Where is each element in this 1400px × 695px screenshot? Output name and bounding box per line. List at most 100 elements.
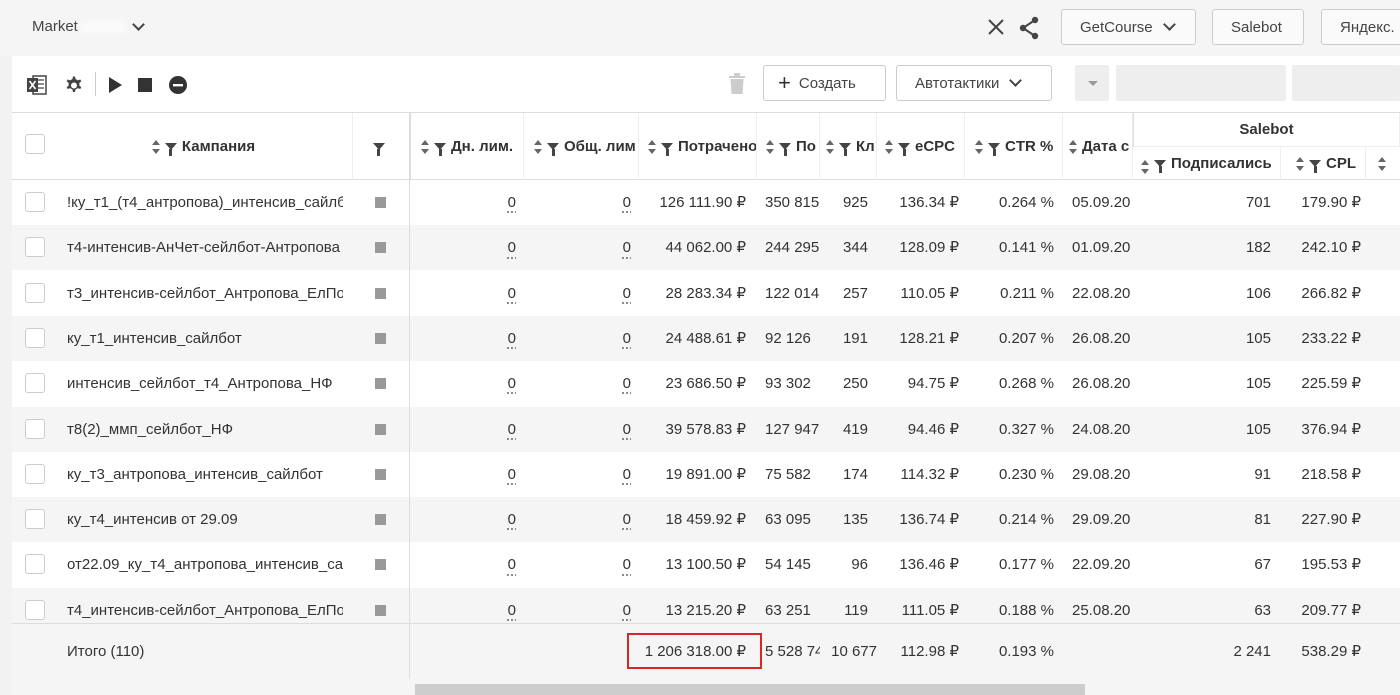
table-row[interactable]: т4-интенсив-АнЧет-сейлбот-Антропова 0 0 44 … bbox=[12, 225, 1400, 271]
table-row[interactable]: от22.09_ку_т4_антропова_интенсив_сайлбот… bbox=[12, 542, 1400, 587]
cell-day-limit[interactable]: 0 bbox=[410, 271, 516, 316]
cell-campaign[interactable]: от22.09_ку_т4_антропова_интенсив_сайлбот bbox=[67, 542, 343, 587]
cell-campaign[interactable]: ку_т1_интенсив_сайлбот bbox=[67, 316, 343, 361]
row-checkbox[interactable] bbox=[25, 509, 45, 530]
row-checkbox[interactable] bbox=[25, 554, 45, 575]
cell-total-limit[interactable]: 0 bbox=[524, 497, 631, 542]
header-cpl[interactable]: CPL bbox=[1281, 147, 1366, 180]
cell-total-limit-value[interactable]: 0 bbox=[623, 556, 631, 573]
header-spent[interactable]: Потрачено bbox=[639, 113, 757, 180]
row-checkbox[interactable] bbox=[25, 192, 45, 212]
dropdown-toggle[interactable] bbox=[1075, 65, 1109, 101]
header-ecpc[interactable]: eCPC bbox=[877, 113, 965, 180]
account-selector[interactable]: Market bbox=[32, 17, 145, 35]
table-row[interactable]: т3_интенсив-сейлбот_Антропова_ЕлПол 0 0 28 … bbox=[12, 271, 1400, 316]
cell-day-limit-value[interactable]: 0 bbox=[508, 421, 516, 438]
table-row[interactable]: интенсив_сейлбот_т4_Антропова_НФ 0 0 23 686… bbox=[12, 361, 1400, 406]
cell-total-limit[interactable]: 0 bbox=[524, 361, 631, 406]
autotactics-button[interactable]: Автотактики bbox=[896, 65, 1052, 101]
play-icon[interactable] bbox=[104, 74, 126, 96]
row-checkbox[interactable] bbox=[25, 282, 45, 303]
cell-total-limit[interactable]: 0 bbox=[524, 271, 631, 316]
cell-day-limit[interactable]: 0 bbox=[410, 316, 516, 361]
header-impressions[interactable]: По bbox=[757, 113, 820, 180]
trash-icon[interactable] bbox=[728, 73, 746, 95]
cell-total-limit-value[interactable]: 0 bbox=[623, 466, 631, 483]
stop-icon[interactable] bbox=[134, 74, 156, 96]
row-checkbox[interactable] bbox=[25, 237, 45, 258]
cell-total-limit[interactable]: 0 bbox=[524, 542, 631, 587]
cell-day-limit-value[interactable]: 0 bbox=[508, 466, 516, 483]
header-subscribed[interactable]: Подписались bbox=[1133, 147, 1281, 180]
header-total-limit[interactable]: Общ. лим bbox=[524, 113, 639, 180]
cell-day-limit-value[interactable]: 0 bbox=[508, 375, 516, 392]
table-row[interactable]: ку_т1_интенсив_сайлбот 0 0 24 488.61 ₽ 92 12… bbox=[12, 315, 1400, 361]
cell-total-limit-value[interactable]: 0 bbox=[623, 285, 631, 302]
scrollbar-thumb[interactable] bbox=[415, 684, 1085, 695]
gear-icon[interactable] bbox=[62, 74, 84, 96]
remove-circle-icon[interactable] bbox=[167, 74, 189, 96]
horizontal-scrollbar[interactable] bbox=[12, 679, 1400, 695]
row-checkbox[interactable] bbox=[25, 373, 45, 394]
header-ctr[interactable]: CTR % bbox=[965, 113, 1063, 180]
cell-campaign[interactable]: ку_т4_интенсив от 29.09 bbox=[67, 497, 343, 542]
table-row[interactable]: т8(2)_ммп_сейлбот_НФ 0 0 39 578.83 ₽ 127 947… bbox=[12, 406, 1400, 452]
cell-total-limit-value[interactable]: 0 bbox=[623, 194, 631, 211]
cell-day-limit-value[interactable]: 0 bbox=[508, 330, 516, 347]
cell-campaign[interactable]: т8(2)_ммп_сейлбот_НФ bbox=[67, 407, 343, 452]
yandex-button[interactable]: Яндекс. bbox=[1321, 9, 1400, 45]
cell-day-limit-value[interactable]: 0 bbox=[508, 556, 516, 573]
excel-icon[interactable] bbox=[26, 74, 48, 96]
cell-day-limit[interactable]: 0 bbox=[410, 361, 516, 406]
cell-campaign[interactable]: интенсив_сейлбот_т4_Антропова_НФ bbox=[67, 361, 343, 406]
cell-day-limit-value[interactable]: 0 bbox=[508, 239, 516, 256]
cell-total-limit[interactable]: 0 bbox=[524, 225, 631, 270]
cell-day-limit-value[interactable]: 0 bbox=[508, 194, 516, 211]
header-clicks[interactable]: Кл bbox=[820, 113, 877, 180]
header-day-limit[interactable]: Дн. лим. bbox=[410, 113, 524, 180]
close-icon[interactable] bbox=[986, 17, 1006, 37]
cell-day-limit[interactable]: 0 bbox=[410, 452, 516, 497]
cell-cpl: 266.82 ₽ bbox=[1301, 284, 1361, 302]
cell-total-limit[interactable]: 0 bbox=[524, 180, 631, 225]
cell-day-limit[interactable]: 0 bbox=[410, 497, 516, 542]
cell-day-limit[interactable]: 0 bbox=[410, 225, 516, 270]
header-status-filter[interactable] bbox=[353, 113, 410, 180]
share-icon[interactable] bbox=[1018, 16, 1040, 40]
row-checkbox[interactable] bbox=[25, 599, 45, 620]
table-row[interactable]: !ку_т1_(т4_антропова)_интенсив_сайлбот 0 0… bbox=[12, 180, 1400, 225]
toolbar-field[interactable] bbox=[1116, 65, 1286, 101]
cell-total-limit-value[interactable]: 0 bbox=[623, 375, 631, 392]
cell-day-limit[interactable]: 0 bbox=[410, 407, 516, 452]
getcourse-button[interactable]: GetCourse bbox=[1061, 9, 1196, 45]
cell-campaign[interactable]: !ку_т1_(т4_антропова)_интенсив_сайлбот bbox=[67, 180, 343, 225]
select-all-checkbox[interactable] bbox=[25, 134, 45, 154]
cell-total-limit[interactable]: 0 bbox=[524, 316, 631, 361]
row-checkbox[interactable] bbox=[25, 418, 45, 439]
cell-campaign[interactable]: ку_т3_антропова_интенсив_сайлбот bbox=[67, 452, 343, 497]
create-button[interactable]: + Создать bbox=[763, 65, 886, 101]
cell-total-limit-value[interactable]: 0 bbox=[623, 421, 631, 438]
cell-campaign[interactable]: т3_интенсив-сейлбот_Антропова_ЕлПол bbox=[67, 271, 343, 316]
salebot-button[interactable]: Salebot bbox=[1212, 9, 1304, 45]
cell-total-limit[interactable]: 0 bbox=[524, 452, 631, 497]
header-next-column[interactable] bbox=[1366, 147, 1400, 180]
table-row[interactable]: ку_т3_антропова_интенсив_сайлбот 0 0 19 891… bbox=[12, 452, 1400, 497]
cell-day-limit-value[interactable]: 0 bbox=[508, 511, 516, 528]
row-checkbox[interactable] bbox=[25, 463, 45, 484]
cell-day-limit[interactable]: 0 bbox=[410, 542, 516, 587]
row-checkbox[interactable] bbox=[25, 327, 45, 348]
cell-total-limit-value[interactable]: 0 bbox=[623, 239, 631, 256]
cell-total-limit[interactable]: 0 bbox=[524, 407, 631, 452]
cell-day-limit[interactable]: 0 bbox=[410, 180, 516, 225]
header-campaign[interactable]: Кампания bbox=[55, 113, 353, 180]
header-date[interactable]: Дата с bbox=[1063, 113, 1133, 180]
table-row[interactable]: ку_т4_интенсив от 29.09 0 0 18 459.92 ₽ 63 0… bbox=[12, 497, 1400, 543]
cell-day-limit-value[interactable]: 0 bbox=[508, 602, 516, 619]
cell-campaign[interactable]: т4-интенсив-АнЧет-сейлбот-Антропова bbox=[67, 225, 343, 270]
cell-total-limit-value[interactable]: 0 bbox=[623, 330, 631, 347]
toolbar-field-2[interactable] bbox=[1292, 65, 1400, 101]
cell-total-limit-value[interactable]: 0 bbox=[623, 511, 631, 528]
cell-day-limit-value[interactable]: 0 bbox=[508, 285, 516, 302]
cell-total-limit-value[interactable]: 0 bbox=[623, 602, 631, 619]
